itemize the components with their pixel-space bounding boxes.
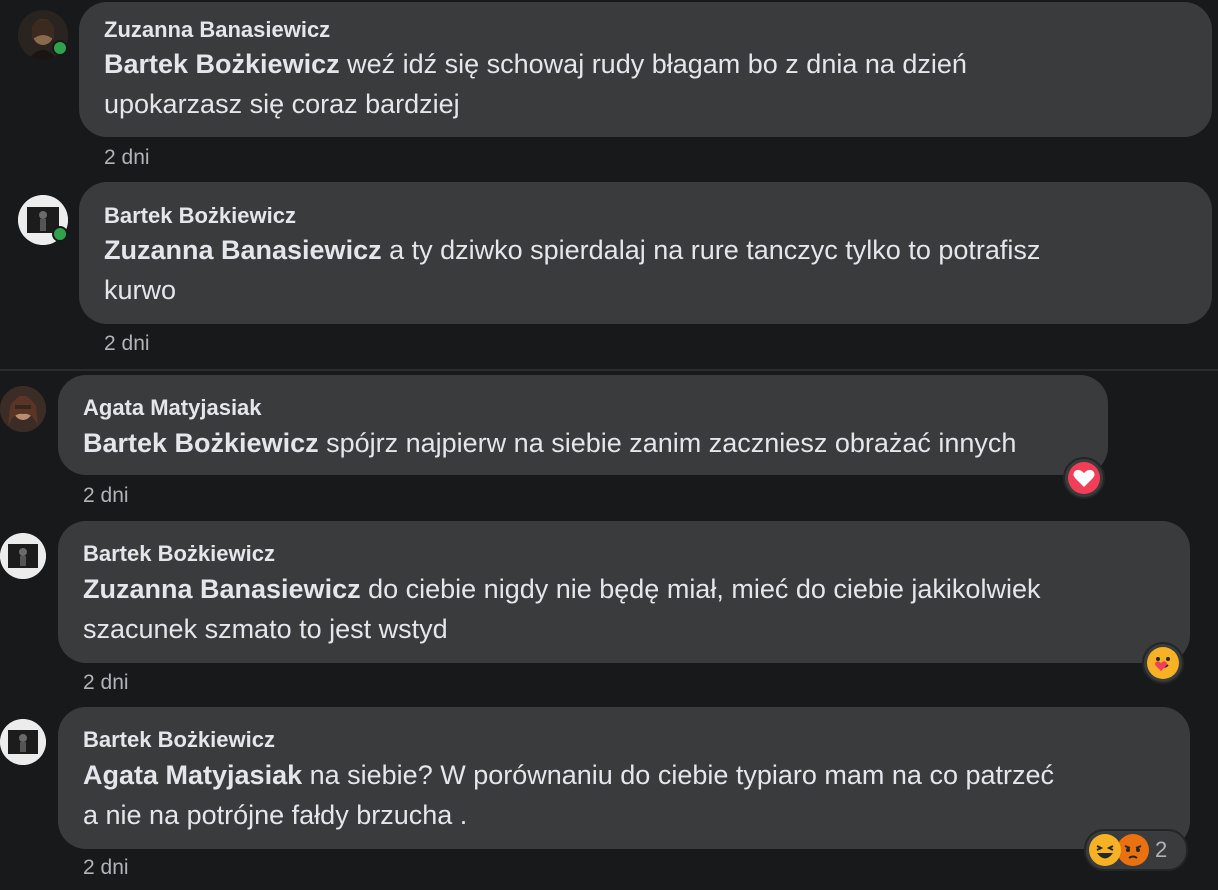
comment-text: Zuzanna Banasiewicz do ciebie nigdy nie … (83, 574, 1041, 644)
reaction-summary[interactable] (1063, 457, 1105, 499)
mention-link[interactable]: Zuzanna Banasiewicz (83, 574, 361, 604)
online-status-indicator (52, 226, 68, 242)
mention-link[interactable]: Bartek Bożkiewicz (83, 428, 319, 458)
comment-timestamp[interactable]: 2 dni (83, 484, 129, 508)
comment-text: Bartek Bożkiewicz weź idź się schowaj ru… (104, 49, 967, 119)
haha-reaction-icon (1089, 834, 1121, 866)
online-status-indicator (52, 40, 68, 56)
mention-link[interactable]: Bartek Bożkiewicz (104, 49, 340, 79)
comment-author[interactable]: Bartek Bożkiewicz (83, 727, 275, 753)
comment-text: Zuzanna Banasiewicz a ty dziwko spierdal… (104, 235, 1041, 305)
reaction-summary[interactable] (1142, 642, 1184, 684)
reaction-count: 2 (1155, 837, 1168, 862)
avatar[interactable] (0, 719, 46, 765)
comment-text: Bartek Bożkiewicz spójrz najpierw na sie… (83, 428, 1017, 458)
comment-timestamp[interactable]: 2 dni (104, 332, 150, 356)
comment-text: Agata Matyjasiak na siebie? W porównaniu… (83, 760, 1055, 830)
comment-author[interactable]: Agata Matyjasiak (83, 395, 262, 421)
angry-reaction-icon (1117, 834, 1149, 866)
care-reaction-icon (1147, 647, 1179, 679)
mention-link[interactable]: Zuzanna Banasiewicz (104, 235, 382, 265)
comments-panel-bottom: Agata Matyjasiak Bartek Bożkiewicz spójr… (0, 371, 1218, 890)
mention-link[interactable]: Agata Matyjasiak (83, 760, 302, 790)
comment-author[interactable]: Bartek Bożkiewicz (83, 541, 275, 567)
comment-timestamp[interactable]: 2 dni (104, 146, 150, 170)
love-reaction-icon (1068, 462, 1100, 494)
comment-author[interactable]: Bartek Bożkiewicz (104, 203, 296, 229)
avatar[interactable] (0, 386, 46, 432)
comment-author[interactable]: Zuzanna Banasiewicz (104, 17, 330, 43)
reaction-summary[interactable]: 2 (1084, 829, 1188, 871)
comment-timestamp[interactable]: 2 dni (83, 856, 129, 880)
comments-panel-top: Zuzanna Banasiewicz Bartek Bożkiewicz we… (0, 0, 1218, 371)
comment-timestamp[interactable]: 2 dni (83, 671, 129, 695)
avatar[interactable] (0, 533, 46, 579)
